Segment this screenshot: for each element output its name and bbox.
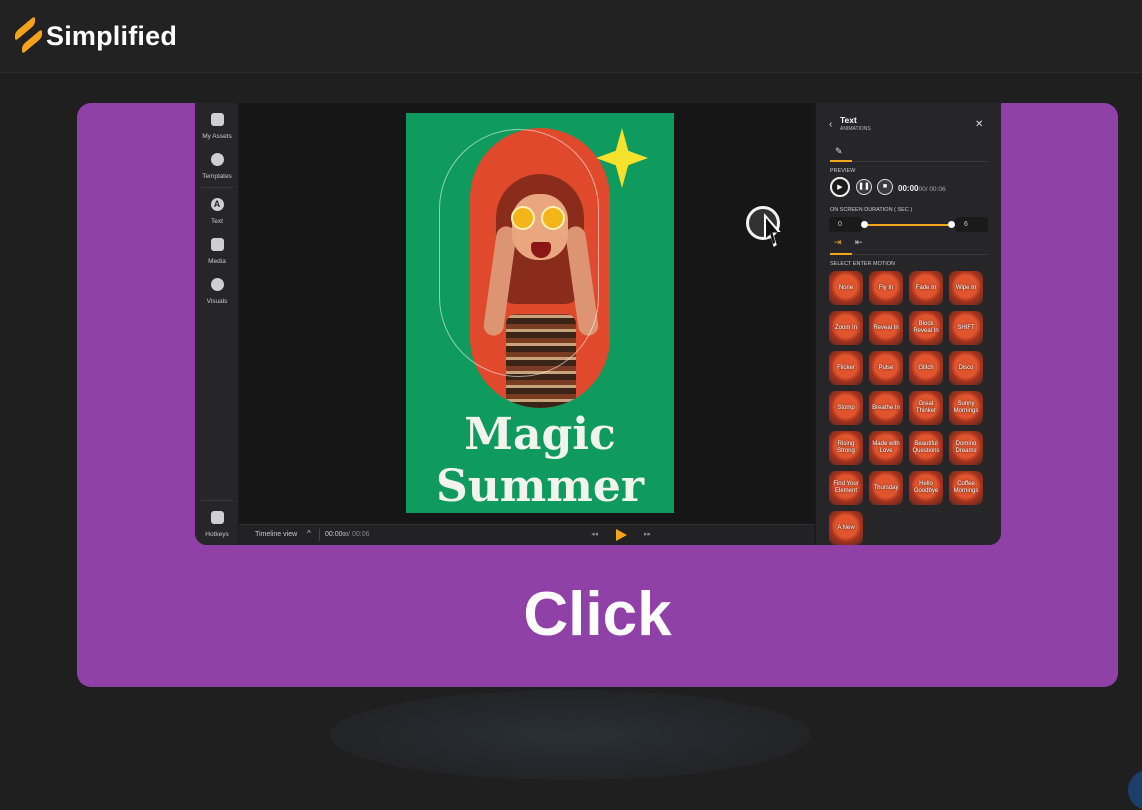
click-indicator — [746, 206, 780, 240]
sidebar-item-label: Media — [208, 258, 226, 265]
caption-text: Click — [523, 580, 672, 649]
text-icon: A — [210, 198, 224, 211]
select-motion-label: SELECT ENTER MOTION — [830, 261, 895, 267]
motion-option[interactable]: Fly In — [869, 271, 903, 305]
close-icon[interactable]: ✕ — [975, 119, 983, 130]
arch-outline — [439, 129, 599, 377]
corner-widget[interactable] — [1128, 770, 1142, 810]
background-glow — [330, 690, 810, 780]
editor-screenshot: My Assets Templates A Text Media Visuals — [195, 103, 1001, 545]
sidebar-item-templates[interactable]: Templates — [195, 153, 239, 180]
motion-option[interactable]: SHIFT — [949, 311, 983, 345]
brand-name: Simplified — [46, 20, 178, 51]
duration-slider-start-handle[interactable] — [861, 221, 868, 228]
sidebar-item-label: Visuals — [206, 298, 228, 305]
templates-icon — [210, 153, 224, 166]
sidebar-item-text[interactable]: A Text — [195, 198, 239, 225]
visuals-icon — [210, 278, 224, 291]
motion-option[interactable]: Made with Love — [869, 431, 903, 465]
sidebar-item-media[interactable]: Media — [195, 238, 239, 265]
preview-time-current: 00:00 — [898, 184, 919, 193]
magic-wand-icon[interactable]: ✎ — [835, 146, 843, 157]
motion-option[interactable]: Fade In — [909, 271, 943, 305]
active-tab-indicator — [830, 160, 852, 162]
timeline-current: 00:00 — [325, 531, 343, 538]
design-canvas: Magic Summer — [239, 103, 815, 524]
motion-option[interactable]: Glitch — [909, 351, 943, 385]
sidebar-divider — [201, 187, 233, 188]
left-sidebar: My Assets Templates A Text Media Visuals — [195, 103, 239, 545]
motion-option[interactable]: Reveal In — [869, 311, 903, 345]
preview-time-total: / 00:06 — [925, 186, 946, 193]
duration-slider-track[interactable] — [864, 224, 951, 226]
preview-time: 00:0000/ 00:06 — [898, 184, 946, 193]
motion-option[interactable]: Beautiful Questions — [909, 431, 943, 465]
media-icon — [210, 238, 224, 251]
sidebar-item-my-assets[interactable]: My Assets — [195, 113, 239, 140]
motion-option[interactable]: Coffee Mornings — [949, 471, 983, 505]
preview-pause-button[interactable]: ❚❚ — [856, 179, 872, 195]
duration-end-input[interactable]: 6 — [955, 217, 988, 232]
preview-label: PREVIEW — [830, 168, 856, 174]
motion-option[interactable]: Hello Goodbye — [909, 471, 943, 505]
motion-option[interactable]: Stomp — [829, 391, 863, 425]
sidebar-item-label: Templates — [202, 173, 232, 180]
timeline-view-label[interactable]: Timeline view — [255, 531, 297, 538]
motion-option[interactable]: Wipe In — [949, 271, 983, 305]
skip-back-icon[interactable]: ◂◂ — [591, 530, 598, 538]
motion-option[interactable]: Rising Strong — [829, 431, 863, 465]
preview-stop-button[interactable]: ■ — [877, 179, 893, 195]
timeline-time: 00:0000/ 00:06 — [325, 531, 370, 538]
motion-option[interactable]: Find Your Element — [829, 471, 863, 505]
top-bar: Simplified — [0, 0, 1142, 73]
keyboard-icon — [210, 511, 224, 524]
poster-title-line1[interactable]: Magic — [406, 411, 674, 459]
motion-option[interactable]: Great Thinker — [909, 391, 943, 425]
poster-artboard[interactable]: Magic Summer — [406, 113, 674, 513]
sidebar-item-hotkeys[interactable]: Hotkeys — [195, 511, 239, 538]
play-icon[interactable] — [616, 529, 627, 541]
simplified-logo-icon — [14, 15, 42, 55]
motion-option[interactable]: Flicker — [829, 351, 863, 385]
sidebar-item-visuals[interactable]: Visuals — [195, 278, 239, 305]
timeline-divider — [319, 529, 320, 541]
poster-title-line2[interactable]: Summer — [406, 463, 674, 511]
motion-option[interactable]: A New — [829, 511, 863, 545]
enter-motion-tab-icon[interactable]: ⇥ — [834, 237, 842, 248]
sidebar-item-label: Text — [211, 218, 223, 225]
motion-option[interactable]: Zoom In — [829, 311, 863, 345]
motion-option[interactable]: Pulse — [869, 351, 903, 385]
chevron-up-icon[interactable]: ^ — [307, 529, 311, 538]
duration-start-input[interactable]: 0 — [829, 217, 862, 232]
sidebar-item-label: My Assets — [202, 133, 232, 140]
timeline-total: / 00:06 — [348, 531, 370, 538]
motion-tab-divider — [830, 254, 988, 255]
animations-panel: ‹ Text ANIMATIONS ✕ ✎ PREVIEW ▶ ❚❚ ■ 00:… — [815, 103, 1001, 545]
tutorial-card: My Assets Templates A Text Media Visuals — [77, 103, 1118, 687]
motion-option[interactable]: Block Reveal In — [909, 311, 943, 345]
folder-icon — [210, 113, 224, 126]
motion-option[interactable]: Sunny Mornings — [949, 391, 983, 425]
motion-option[interactable]: None — [829, 271, 863, 305]
sidebar-divider — [201, 500, 233, 501]
duration-slider-end-handle[interactable] — [948, 221, 955, 228]
motion-option[interactable]: Domino Dreams — [949, 431, 983, 465]
preview-time-frac: 00 — [918, 186, 926, 193]
motion-option[interactable]: Breathe In — [869, 391, 903, 425]
back-chevron-icon[interactable]: ‹ — [829, 119, 832, 130]
motion-option[interactable]: Thursday — [869, 471, 903, 505]
tab-divider — [830, 161, 988, 162]
skip-forward-icon[interactable]: ▸▸ — [644, 530, 651, 538]
active-motion-tab-indicator — [830, 253, 852, 255]
duration-label: ON SCREEN DURATION ( SEC ) — [830, 207, 913, 213]
sidebar-item-label: Hotkeys — [205, 531, 229, 538]
panel-subtitle: ANIMATIONS — [840, 126, 871, 132]
preview-play-button[interactable]: ▶ — [830, 177, 850, 197]
exit-motion-tab-icon[interactable]: ⇤ — [855, 237, 863, 248]
timeline-bar: Timeline view ^ 00:0000/ 00:06 ◂◂ ▸▸ — [239, 524, 815, 545]
panel-title: Text — [840, 115, 857, 125]
motion-option[interactable]: Disco — [949, 351, 983, 385]
